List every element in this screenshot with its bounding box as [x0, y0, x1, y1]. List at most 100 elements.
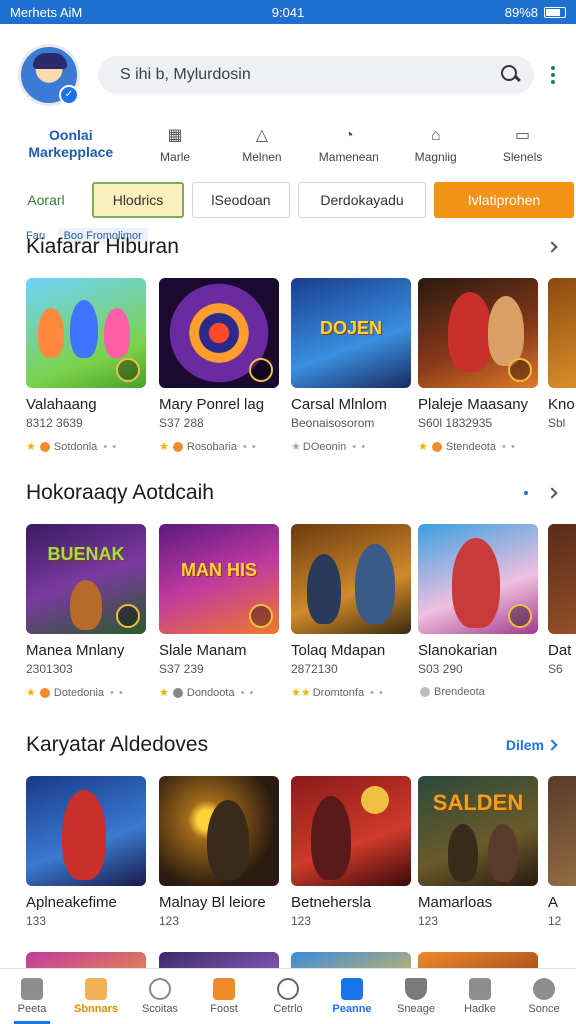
chevron-right-icon[interactable] — [546, 241, 558, 253]
category-melnen[interactable]: △ Melnen — [219, 118, 306, 172]
verified-icon: ✓ — [59, 85, 79, 105]
star-icon: ★ — [26, 441, 36, 453]
more-menu-icon[interactable] — [544, 66, 562, 84]
game-title: Plaleje Maasany — [418, 396, 529, 413]
game-card[interactable]: Dat S6 — [548, 524, 576, 676]
game-code: 8312 3639 — [26, 416, 83, 430]
section-title: Hokoraaqy Aotdcaih — [26, 481, 214, 504]
chip-hlodrics[interactable]: Hlodrics — [92, 182, 184, 218]
nav-foost[interactable]: Foost — [192, 969, 256, 1024]
brand-label: Oonlai Markepplace — [28, 127, 114, 160]
brand-marketplace[interactable]: Oonlai Markepplace — [10, 118, 132, 172]
nav-scoitas[interactable]: Scoitas — [128, 969, 192, 1024]
chip-aorarl[interactable]: Aorarl — [8, 182, 84, 218]
nav-sonce[interactable]: Sonce — [512, 969, 576, 1024]
search-icon[interactable] — [500, 64, 522, 86]
game-card[interactable]: SALDEN Mamarloas 123 — [418, 776, 538, 998]
game-thumbnail — [418, 524, 538, 634]
nav-sbnnars[interactable]: Sbnnars — [64, 969, 128, 1024]
game-thumbnail: DOJEN — [291, 278, 411, 388]
section-hokoraaqy-aotdcaih: Hokoraaqy Aotdcaih BUENAK Manea Mnlany 2… — [0, 478, 576, 714]
card-row: BUENAK Manea Mnlany 2301303 ★ Dotedonia • … — [0, 524, 576, 714]
controller-icon: ◔ — [343, 127, 354, 144]
game-card[interactable]: MAN HIS Slale Manam S37 239 ★ Dondoota • • — [159, 524, 279, 699]
game-thumbnail — [159, 278, 279, 388]
category-label: Magniig — [414, 150, 457, 164]
game-title: Kno — [548, 396, 575, 413]
game-meta: DOeonin — [302, 440, 347, 453]
game-card[interactable]: A 12 — [548, 776, 576, 928]
search-input[interactable]: S ihi b, Mylurdosin — [120, 66, 500, 84]
see-more-link[interactable]: Dilem — [506, 737, 544, 753]
category-slenels[interactable]: ▭ Slenels — [479, 118, 566, 172]
game-thumbnail: MAN HIS — [159, 524, 279, 634]
chevron-right-icon[interactable] — [546, 487, 558, 499]
avatar[interactable]: ✓ — [18, 44, 80, 106]
game-code: S37 288 — [159, 416, 204, 430]
game-card[interactable]: Malnay Bl leiore 123 — [159, 776, 279, 998]
status-battery-text: 89%8 — [504, 4, 538, 20]
nav-sneage[interactable]: Sneage — [384, 969, 448, 1024]
game-thumbnail — [159, 776, 279, 886]
coin-icon — [172, 441, 183, 452]
home-icon — [21, 978, 43, 1000]
game-card[interactable]: Betnehersla 123 — [291, 776, 411, 998]
game-card[interactable]: Aplneakefime 133 — [26, 776, 146, 998]
category-label: Mamenean — [318, 150, 379, 164]
nav-peeta[interactable]: Peeta — [0, 969, 64, 1024]
game-thumbnail — [548, 524, 576, 634]
nav-peanne[interactable]: Peanne — [320, 969, 384, 1024]
game-thumbnail: BUENAK — [26, 524, 146, 634]
monitor-icon: ▭ — [515, 127, 531, 144]
circle-icon — [277, 978, 299, 1000]
chip-ivlatiprohen[interactable]: Ivlatiprohen — [434, 182, 574, 218]
game-card[interactable]: DOJEN Carsal Mlnlom Beonaisosorom ★ DOeon… — [291, 278, 411, 453]
coin-icon — [431, 441, 442, 452]
game-card[interactable]: Kno Sbl — [548, 278, 576, 430]
game-thumbnail — [291, 524, 411, 634]
game-code: 123 — [159, 914, 180, 928]
category-marle[interactable]: ▦ Marle — [132, 118, 219, 172]
status-carrier: Merhets AiM — [10, 4, 83, 20]
game-card[interactable]: BUENAK Manea Mnlany 2301303 ★ Dotedonia • … — [26, 524, 146, 699]
game-meta: Dondoota — [186, 686, 235, 699]
category-label: Melnen — [242, 150, 282, 164]
chip-derdokayadu[interactable]: Derdokayadu — [298, 182, 426, 218]
game-card[interactable]: Plaleje Maasany S60l 1832935 ★ Stendeota •… — [418, 278, 538, 453]
game-card[interactable]: Slanokarian S03 290 Brendeota — [418, 524, 538, 698]
game-title: A — [548, 894, 559, 911]
game-title: Tolaq Mdapan — [291, 642, 386, 659]
bookmark-icon — [469, 978, 491, 1000]
section-title: Karyatar Aldedoves — [26, 733, 209, 756]
game-meta: Sotdonla — [53, 440, 98, 453]
coin-icon — [172, 687, 183, 698]
category-magniig[interactable]: ⌂ Magniig — [392, 118, 479, 172]
game-code: S03 290 — [418, 662, 463, 676]
game-code: S6 — [548, 662, 563, 676]
chevron-right-icon[interactable] — [546, 739, 558, 751]
nav-cetrlo[interactable]: Cetrlo — [256, 969, 320, 1024]
chip-lseodoan[interactable]: lSeodoan — [192, 182, 290, 218]
search-field[interactable]: S ihi b, Mylurdosin — [98, 56, 534, 94]
game-thumbnail — [26, 776, 146, 886]
game-card[interactable]: Tolaq Mdapan 2872130 ★★ Dromtonfa • • — [291, 524, 411, 699]
nav-hadke[interactable]: Hadke — [448, 969, 512, 1024]
gear-icon — [533, 978, 555, 1000]
game-thumbnail — [548, 776, 576, 886]
game-code: 123 — [291, 914, 312, 928]
game-code: Beonaisosorom — [291, 416, 375, 430]
game-thumbnail — [291, 776, 411, 886]
game-title: Valahaang — [26, 396, 97, 413]
game-title: Aplneakefime — [26, 894, 117, 911]
star-icon: ★★ — [291, 687, 311, 699]
category-mamenean[interactable]: ◔ Mamenean — [305, 118, 392, 172]
grid-icon: ▦ — [167, 127, 183, 144]
star-icon: ★ — [159, 687, 169, 699]
game-title: Betnehersla — [291, 894, 372, 911]
game-card[interactable]: Mary Ponrel lag S37 288 ★ Rosobaria • • — [159, 278, 279, 453]
game-card[interactable]: Valahaang 8312 3639 ★ Sotdonla • • — [26, 278, 146, 453]
game-code: 2872130 — [291, 662, 338, 676]
game-thumbnail — [26, 278, 146, 388]
star-icon: ★ — [159, 441, 169, 453]
store-icon — [341, 978, 363, 1000]
